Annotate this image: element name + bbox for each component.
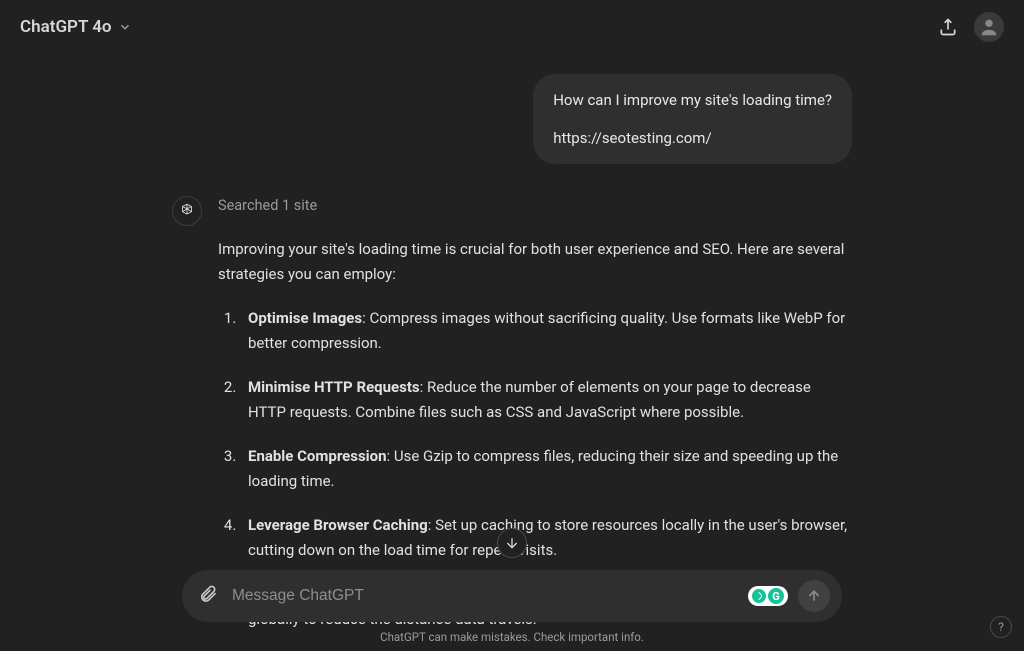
list-item: Leverage Browser Caching: Set up caching… [240,513,852,564]
list-item: Optimise Images: Compress images without… [240,306,852,357]
composer-area: G ChatGPT can make mistakes. Check impor… [0,570,1024,650]
user-message-line: How can I improve my site's loading time… [553,88,832,112]
header-actions [938,12,1004,42]
tip-title: Minimise HTTP Requests [248,378,420,396]
grammarly-logo-icon: G [768,588,784,604]
scroll-to-bottom-button[interactable] [497,528,527,558]
message-input[interactable] [232,587,738,605]
arrow-up-icon [806,588,822,604]
send-button[interactable] [798,580,830,612]
grammarly-widget[interactable]: G [748,586,788,606]
attach-button[interactable] [194,580,222,612]
header: ChatGPT 4o [0,0,1024,54]
disclaimer: ChatGPT can make mistakes. Check importa… [380,630,644,644]
chevron-down-icon [118,20,132,34]
user-message-link: https://seotesting.com/ [553,126,832,150]
grammarly-status-icon [752,589,766,603]
openai-logo-icon [178,202,196,220]
share-icon [938,17,958,37]
assistant-intro: Improving your site's loading time is cr… [218,237,852,288]
list-item: Enable Compression: Use Gzip to compress… [240,444,852,495]
arrow-down-icon [504,535,520,551]
paperclip-icon [198,584,218,604]
share-button[interactable] [938,17,958,37]
tip-title: Optimise Images [248,309,362,327]
model-label: ChatGPT 4o [20,17,112,37]
composer: G [182,570,842,622]
searched-status: Searched 1 site [218,194,852,219]
help-button[interactable]: ? [990,616,1012,638]
tip-title: Enable Compression [248,447,387,465]
assistant-avatar [172,196,202,226]
avatar-icon [978,16,1000,38]
tip-title: Leverage Browser Caching [248,516,428,534]
user-message-row: How can I improve my site's loading time… [172,74,852,164]
model-selector[interactable]: ChatGPT 4o [20,17,132,37]
user-avatar[interactable] [974,12,1004,42]
chat-area: How can I improve my site's loading time… [172,54,852,651]
help-icon: ? [998,620,1004,634]
user-message: How can I improve my site's loading time… [533,74,852,164]
list-item: Minimise HTTP Requests: Reduce the numbe… [240,375,852,426]
